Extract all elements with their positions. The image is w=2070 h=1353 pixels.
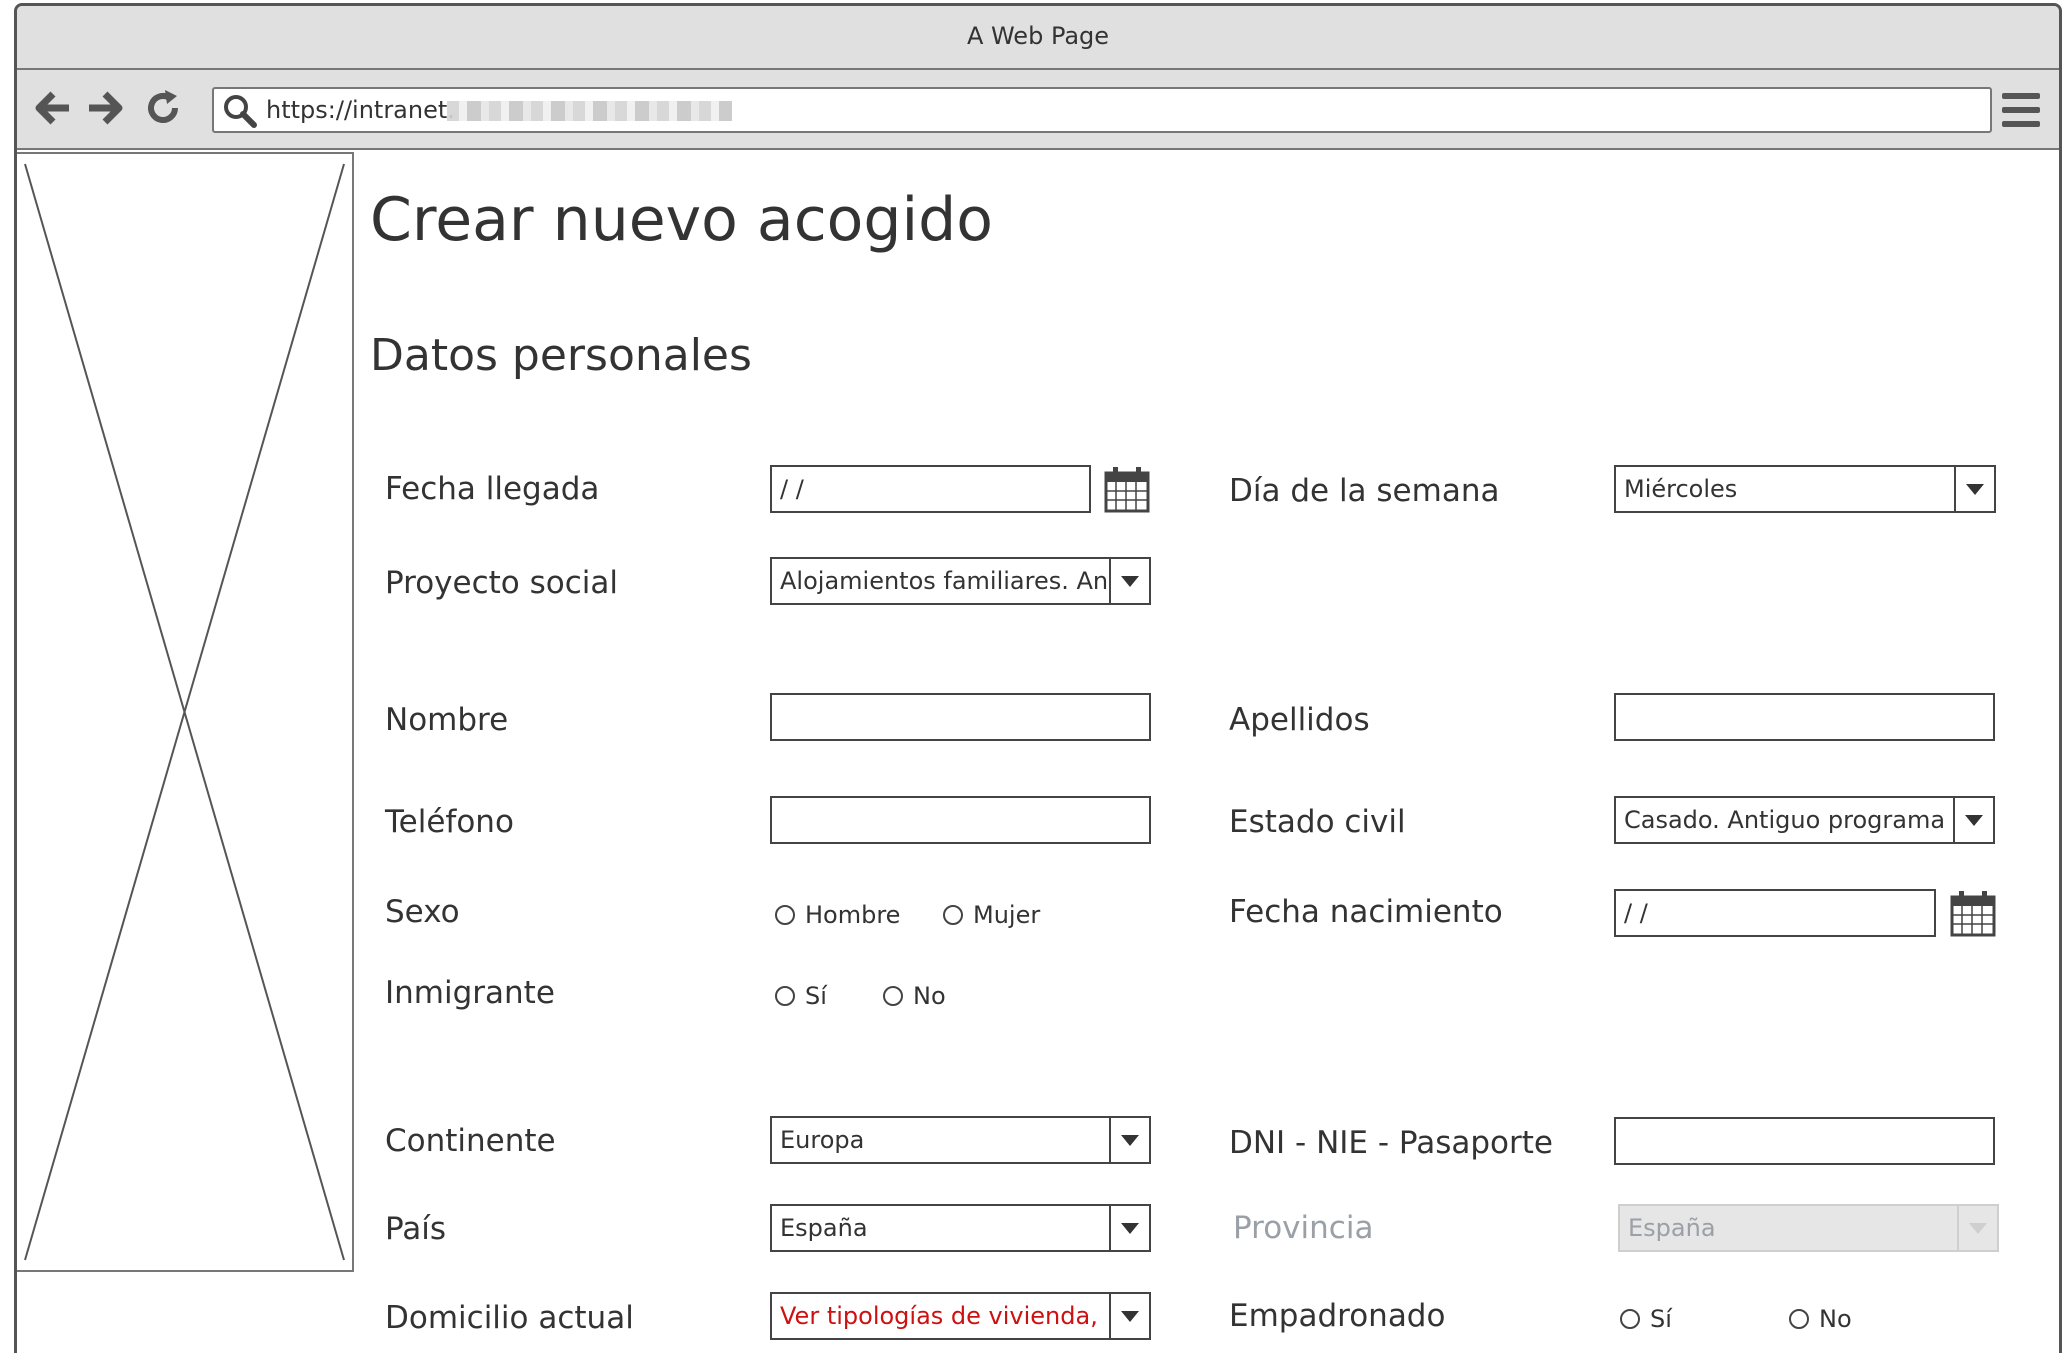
dia-semana-select[interactable]: Miércoles	[1614, 465, 1996, 513]
chevron-down-icon[interactable]	[1109, 1294, 1149, 1338]
estado-civil-label: Estado civil	[1229, 804, 1406, 840]
search-icon	[222, 93, 258, 129]
sexo-label: Sexo	[385, 894, 460, 930]
empadronado-radio-si[interactable]: Sí	[1620, 1304, 1672, 1334]
nombre-label: Nombre	[385, 702, 509, 738]
telefono-input[interactable]	[770, 796, 1151, 844]
browser-toolbar: https://intranet.	[17, 70, 2059, 150]
radio-circle[interactable]	[775, 986, 795, 1006]
nombre-input[interactable]	[770, 693, 1151, 741]
arrow-right-icon[interactable]	[83, 88, 127, 132]
radio-circle[interactable]	[883, 986, 903, 1006]
pais-label: País	[385, 1211, 447, 1247]
reload-icon[interactable]	[141, 88, 185, 132]
dni-label: DNI - NIE - Pasaporte	[1229, 1125, 1553, 1161]
sexo-radio-mujer[interactable]: Mujer	[943, 900, 1040, 930]
window-title: A Web Page	[966, 22, 1110, 50]
redacted-url-segment	[447, 101, 732, 121]
dni-input[interactable]	[1614, 1117, 1995, 1165]
pais-select[interactable]: España	[770, 1204, 1151, 1252]
inmigrante-radio-no[interactable]: No	[883, 981, 946, 1011]
page-title: Crear nuevo acogido	[370, 185, 993, 255]
estado-civil-select[interactable]: Casado. Antiguo programa	[1614, 796, 1995, 844]
empadronado-radio-no[interactable]: No	[1789, 1304, 1852, 1334]
chevron-down-icon	[1957, 1206, 1997, 1250]
provincia-select: España	[1618, 1204, 1999, 1252]
continente-select[interactable]: Europa	[770, 1116, 1151, 1164]
radio-circle[interactable]	[1789, 1309, 1809, 1329]
fecha-nacimiento-label: Fecha nacimiento	[1229, 894, 1503, 930]
proyecto-social-label: Proyecto social	[385, 565, 618, 601]
apellidos-input[interactable]	[1614, 693, 1995, 741]
hamburger-menu-icon[interactable]	[2002, 93, 2040, 127]
address-bar[interactable]: https://intranet.	[212, 87, 1992, 133]
radio-circle[interactable]	[775, 905, 795, 925]
chevron-down-icon[interactable]	[1109, 559, 1149, 603]
fecha-llegada-input[interactable]: / /	[770, 465, 1091, 513]
inmigrante-radio-si[interactable]: Sí	[775, 981, 827, 1011]
fecha-llegada-label: Fecha llegada	[385, 471, 600, 507]
continente-label: Continente	[385, 1123, 556, 1159]
calendar-icon[interactable]	[1104, 465, 1150, 513]
proyecto-social-select[interactable]: Alojamientos familiares. Ant	[770, 557, 1151, 605]
telefono-label: Teléfono	[385, 804, 514, 840]
arrow-left-icon[interactable]	[31, 88, 75, 132]
inmigrante-label: Inmigrante	[385, 975, 555, 1011]
domicilio-select[interactable]: Ver tipologías de vivienda,	[770, 1292, 1151, 1340]
empadronado-label: Empadronado	[1229, 1298, 1446, 1334]
provincia-label: Provincia	[1233, 1210, 1374, 1246]
chevron-down-icon[interactable]	[1954, 467, 1994, 511]
calendar-icon[interactable]	[1950, 889, 1996, 937]
radio-circle[interactable]	[943, 905, 963, 925]
sexo-radio-hombre[interactable]: Hombre	[775, 900, 900, 930]
chevron-down-icon[interactable]	[1109, 1118, 1149, 1162]
domicilio-label: Domicilio actual	[385, 1300, 634, 1336]
url-text: https://intranet.	[266, 96, 455, 124]
chevron-down-icon[interactable]	[1953, 798, 1993, 842]
radio-circle[interactable]	[1620, 1309, 1640, 1329]
sidebar-image-placeholder	[17, 152, 354, 1272]
apellidos-label: Apellidos	[1229, 702, 1370, 738]
title-bar: A Web Page	[17, 6, 2059, 70]
fecha-nacimiento-input[interactable]: / /	[1614, 889, 1936, 937]
chevron-down-icon[interactable]	[1109, 1206, 1149, 1250]
section-title: Datos personales	[370, 330, 752, 381]
dia-semana-label: Día de la semana	[1229, 473, 1500, 509]
